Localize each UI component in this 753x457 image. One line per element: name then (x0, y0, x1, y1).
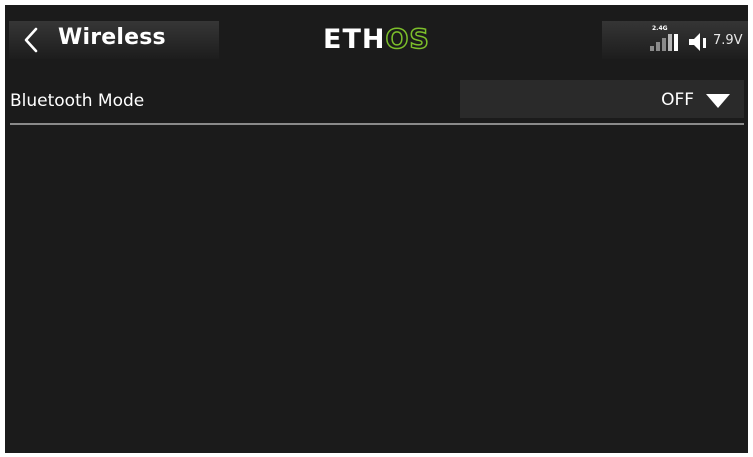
divider (10, 123, 744, 125)
logo-text-os: OS (385, 23, 430, 56)
signal-bars-icon (650, 34, 678, 51)
page-title: Wireless (58, 25, 166, 50)
bluetooth-mode-label: Bluetooth Mode (10, 91, 145, 111)
ethos-logo: ETH OS (323, 23, 430, 56)
bluetooth-mode-select[interactable]: OFF (460, 80, 744, 118)
setting-row-bluetooth-mode: Bluetooth Mode OFF (5, 77, 748, 124)
speaker-icon (689, 33, 706, 51)
rf-band-label: 2.4G (652, 25, 668, 32)
bluetooth-mode-value: OFF (661, 90, 694, 110)
logo-text-eth: ETH (323, 23, 386, 55)
back-button[interactable] (17, 22, 45, 58)
chevron-left-icon (24, 27, 38, 53)
battery-voltage: 7.9V (713, 33, 743, 48)
dropdown-arrow-icon (706, 94, 730, 108)
header: Wireless ETH OS 2.4G 7.9V (5, 5, 748, 69)
screen: Wireless ETH OS 2.4G 7.9V Bluetooth Mode … (5, 5, 748, 453)
